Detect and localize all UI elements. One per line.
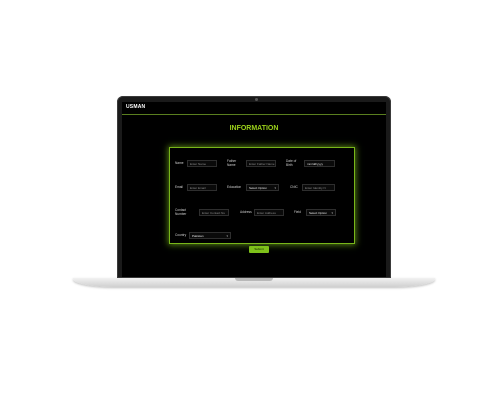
contact-label-line2: Number <box>175 212 187 216</box>
chevron-down-icon: ▾ <box>226 234 228 238</box>
father-name-label-line2: Name <box>227 163 236 167</box>
education-select[interactable]: Select Option ▾ <box>246 184 279 191</box>
cnic-input[interactable]: Enter Identity N <box>302 184 335 191</box>
webcam-icon <box>255 98 258 101</box>
chevron-down-icon: ▾ <box>274 186 276 190</box>
field-label: Field <box>294 210 301 214</box>
name-label: Name <box>175 161 184 165</box>
country-select[interactable]: Pakistan ▾ <box>189 232 231 239</box>
country-label: Country <box>175 233 187 237</box>
address-label: Address <box>240 210 252 214</box>
email-label: Email <box>175 185 183 189</box>
chevron-down-icon: ▾ <box>331 211 333 215</box>
laptop-screen: USMAN INFORMATION Name Enter Name Father… <box>122 102 386 277</box>
address-input[interactable]: Enter Address <box>254 209 284 216</box>
name-input[interactable]: Enter Name <box>187 160 217 167</box>
laptop-notch <box>235 278 273 281</box>
father-name-input[interactable]: Enter Father Name <box>246 160 276 167</box>
country-select-value: Pakistan <box>192 234 204 238</box>
page-title: INFORMATION <box>229 125 279 132</box>
contact-number-input[interactable]: Enter Contact Nu <box>199 209 229 216</box>
email-input[interactable]: Enter Email <box>187 184 217 191</box>
education-select-value: Select Option <box>249 186 268 190</box>
brand-logo[interactable]: USMAN <box>126 104 145 110</box>
dob-label-line2: Birth <box>286 163 293 167</box>
top-bar: USMAN <box>122 102 386 115</box>
field-select[interactable]: Select Option ▾ <box>306 209 336 216</box>
submit-button[interactable]: Submit <box>249 246 269 253</box>
education-label: Education <box>227 185 242 189</box>
dob-input[interactable]: mm/dd/yyyy <box>304 160 335 167</box>
information-form: Name Enter Name Father Name Enter Father… <box>169 147 355 244</box>
cnic-label: CNIC <box>290 185 298 189</box>
field-select-value: Select Option <box>309 211 328 215</box>
